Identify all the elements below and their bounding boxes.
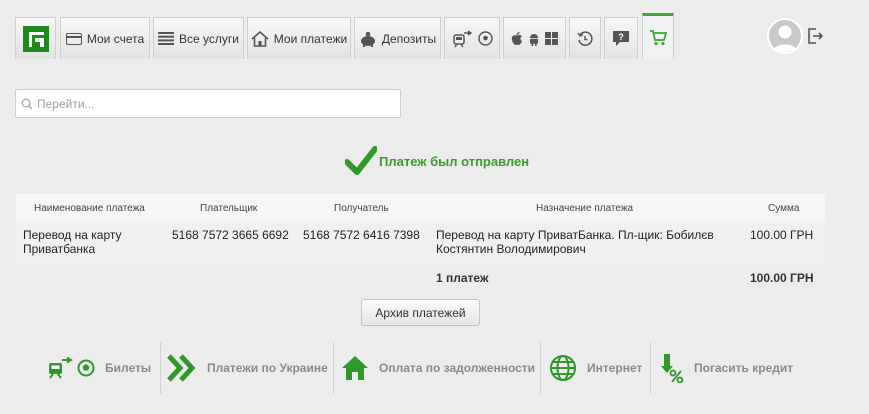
top-navigation: Мои счета Все услуги Мои платежи Депозит…	[0, 0, 869, 64]
quick-link-debt-payment[interactable]: Оплата по задолженности	[341, 342, 535, 394]
logo-home-link[interactable]	[15, 17, 56, 59]
quick-link-internet[interactable]: Интернет	[549, 342, 642, 394]
privatbank-logo	[22, 25, 49, 52]
piggy-bank-icon	[359, 31, 377, 47]
purpose-cell: Перевод на карту ПриватБанка. Пл-щик: Бо…	[436, 228, 714, 256]
recipient-cell: 5168 7572 6416 7398	[303, 228, 420, 242]
col-header-amount: Сумма	[768, 203, 800, 214]
quick-link-label: Интернет	[587, 361, 643, 375]
payment-name-cell: Перевод на карту Приватбанка	[23, 228, 122, 256]
col-header-name: Наименование платежа	[34, 203, 145, 214]
payment-success-message: Платеж был отправлен	[345, 146, 529, 176]
tab-cart[interactable]	[642, 13, 674, 59]
tab-tickets[interactable]	[444, 17, 500, 59]
col-header-recipient: Получатель	[334, 203, 389, 214]
payment-name-line: Приватбанка	[23, 242, 96, 256]
list-icon	[158, 32, 175, 45]
svg-text:?: ?	[618, 32, 624, 42]
quick-link-divider	[333, 342, 334, 394]
total-count: 1 платеж	[436, 271, 489, 285]
payments-archive-button[interactable]: Архив платежей	[361, 299, 480, 326]
quick-link-divider	[540, 342, 541, 394]
quick-link-divider	[650, 342, 651, 394]
train-icon	[47, 357, 73, 379]
search-box	[15, 89, 401, 118]
search-input[interactable]	[37, 96, 377, 111]
tab-my-accounts[interactable]: Мои счета	[60, 17, 150, 59]
quick-link-label: Билеты	[105, 361, 152, 375]
table-header: Наименование платежа Плательщик Получате…	[16, 194, 825, 221]
amount-cell: 100.00 ГРН	[750, 228, 814, 242]
table-row: Перевод на карту Приватбанка 5168 7572 3…	[16, 221, 825, 263]
purpose-line: Перевод на карту ПриватБанка. Пл-щик: Бо…	[436, 228, 714, 242]
purpose-line: Костянтин Володимирович	[436, 242, 586, 256]
payer-cell: 5168 7572 3665 6692	[172, 228, 289, 242]
tab-mobile-apps[interactable]	[503, 17, 566, 59]
search-icon	[21, 98, 33, 110]
table-total-row: 1 платеж 100.00 ГРН	[16, 263, 825, 294]
checkmark-icon	[345, 146, 377, 176]
quick-link-ukraine-payments[interactable]: Платежи по Украине	[167, 342, 328, 394]
house-icon	[251, 30, 269, 47]
shopping-cart-icon	[649, 29, 667, 46]
tab-all-services[interactable]: Все услуги	[153, 17, 244, 59]
double-chevron-right-icon	[167, 354, 197, 382]
clock-arrow-icon	[577, 30, 593, 47]
user-avatar[interactable]	[767, 18, 803, 54]
train-icon	[452, 29, 472, 48]
tab-label: Депозиты	[381, 31, 437, 46]
windows-icon	[545, 32, 558, 45]
col-header-payer: Плательщик	[200, 203, 258, 214]
tab-deposits[interactable]: Депозиты	[354, 17, 441, 59]
tab-label: Мои платежи	[273, 31, 348, 46]
logout-icon[interactable]	[807, 28, 824, 47]
success-text: Платеж был отправлен	[379, 153, 530, 169]
tab-label: Все услуги	[179, 31, 239, 46]
football-icon	[477, 31, 493, 46]
android-icon	[528, 32, 540, 46]
total-amount: 100.00 ГРН	[750, 271, 814, 285]
help-chat-icon: ?	[612, 30, 630, 47]
quick-link-label: Платежи по Украине	[207, 361, 328, 375]
tab-my-payments[interactable]: Мои платежи	[247, 17, 351, 59]
tab-label: Мои счета	[86, 31, 145, 46]
quick-link-divider	[160, 342, 161, 394]
percent-arrow-down-icon	[660, 353, 684, 383]
house-icon	[341, 355, 369, 381]
payment-table: Наименование платежа Плательщик Получате…	[16, 194, 825, 294]
card-icon	[65, 32, 82, 45]
tab-history[interactable]	[569, 17, 601, 59]
apple-icon	[511, 31, 523, 46]
quick-link-tickets[interactable]: Билеты	[47, 342, 151, 394]
football-icon	[77, 359, 95, 377]
quick-link-label: Оплата по задолженности	[379, 361, 536, 375]
payment-name-line: Перевод на карту	[23, 228, 122, 242]
tab-help[interactable]: ?	[604, 17, 638, 59]
quick-link-repay-loan[interactable]: Погасить кредит	[660, 342, 793, 394]
quick-link-label: Погасить кредит	[694, 361, 794, 375]
globe-icon	[549, 354, 577, 382]
col-header-purpose: Назначение платежа	[536, 203, 634, 214]
